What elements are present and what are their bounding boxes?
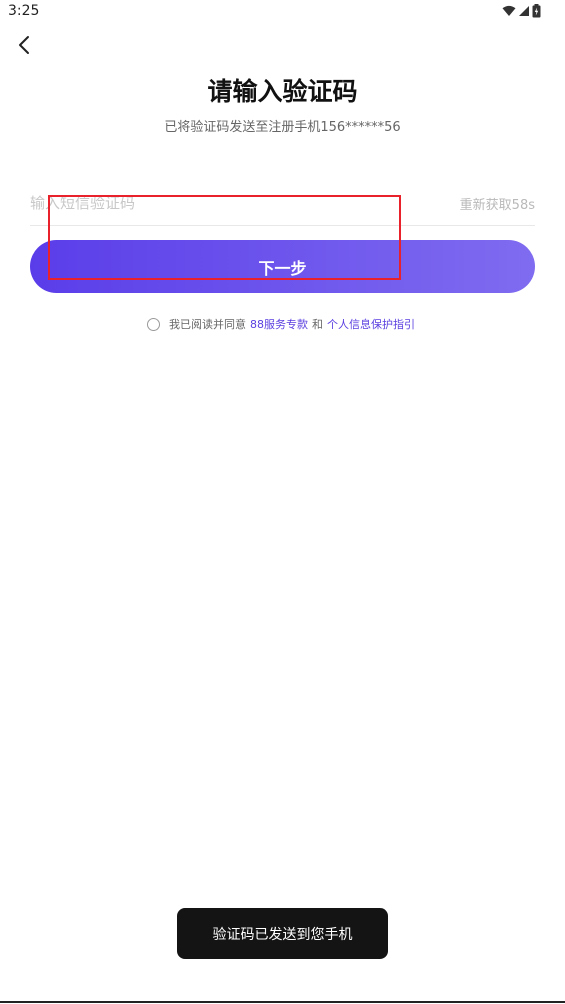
agreement-conjunction: 和 xyxy=(312,318,323,331)
page-title: 请输入验证码 xyxy=(207,77,358,106)
chevron-left-icon xyxy=(17,35,31,59)
status-time: 3:25 xyxy=(8,3,40,19)
service-terms-link[interactable]: 88服务专款 xyxy=(250,316,308,332)
back-button[interactable] xyxy=(10,33,38,61)
wifi-icon xyxy=(502,5,516,17)
battery-charging-icon xyxy=(532,4,541,18)
resend-code-button[interactable]: 重新获取58s xyxy=(460,194,535,213)
verification-screen: 3:25 请输入验证码 已将验证码发送至注册手机156******56 输入短信… xyxy=(0,0,565,1004)
signal-icon xyxy=(518,5,530,17)
status-icons xyxy=(502,4,541,18)
toast: 验证码已发送到您手机 xyxy=(177,908,388,959)
agreement-row: 我已阅读并同意 88服务专款 和 个人信息保护指引 xyxy=(147,316,415,332)
agreement-prefix: 我已阅读并同意 xyxy=(169,318,246,331)
code-input-row: 重新获取58s xyxy=(30,185,535,226)
next-button[interactable]: 下一步 xyxy=(30,240,535,293)
status-bar: 3:25 xyxy=(0,0,565,24)
agreement-radio[interactable] xyxy=(147,317,160,331)
bottom-divider xyxy=(0,1001,565,1003)
privacy-guide-link[interactable]: 个人信息保护指引 xyxy=(327,316,415,332)
sms-code-input[interactable] xyxy=(30,185,410,221)
page-subtitle: 已将验证码发送至注册手机156******56 xyxy=(164,120,401,135)
